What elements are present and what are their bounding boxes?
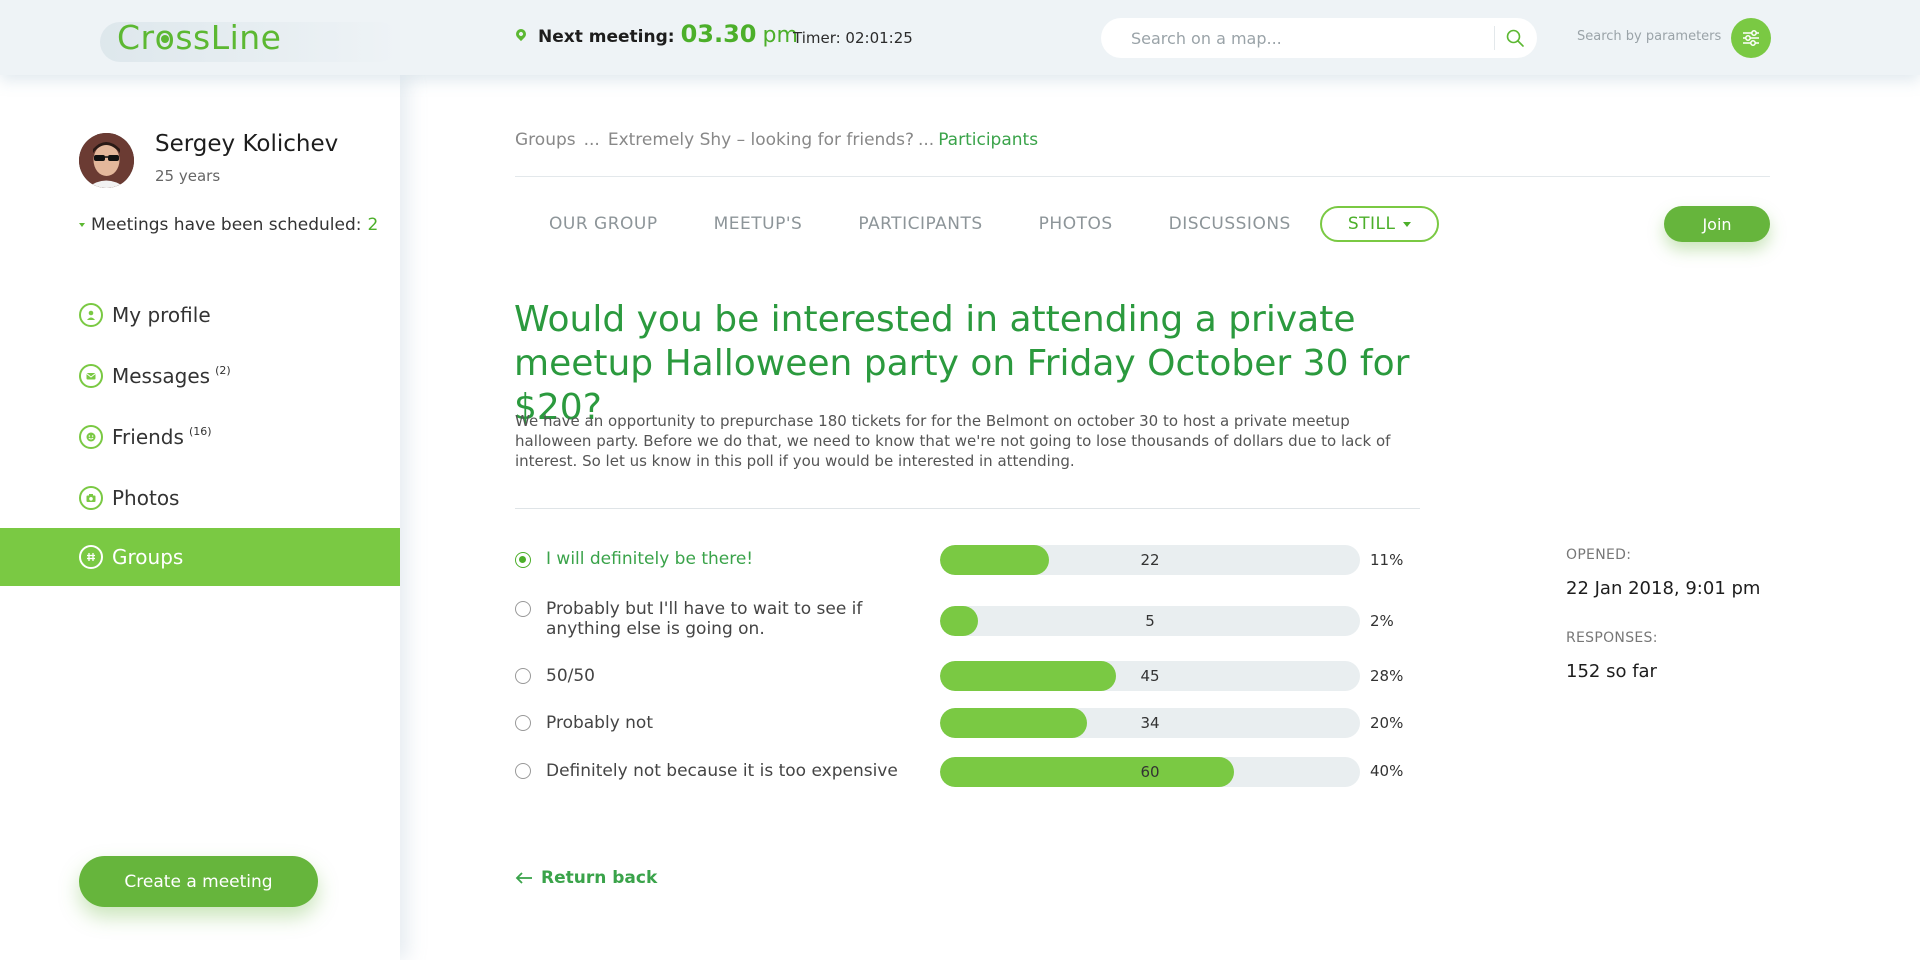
responses-value: 152 so far: [1566, 661, 1657, 682]
poll-option-radio[interactable]: [515, 552, 531, 568]
responses-label: RESPONSES:: [1566, 630, 1658, 646]
sidebar-item-label: Messages: [112, 364, 211, 388]
breadcrumb-ellipsis: ...: [917, 130, 935, 150]
create-meeting-button[interactable]: Create a meeting: [79, 856, 318, 907]
breadcrumb: Groups ... Extremely Shy – looking for f…: [515, 130, 1038, 150]
poll-option-percent: 20%: [1370, 714, 1404, 732]
tab-photos[interactable]: PHOTOS: [1039, 206, 1113, 242]
poll-option-count: 60: [1140, 763, 1160, 781]
search-divider: [1494, 26, 1495, 50]
sidebar-item-label: Groups: [112, 545, 184, 569]
arrow-left-icon: [515, 872, 532, 884]
map-search-input[interactable]: [1131, 28, 1491, 48]
group-tabs: OUR GROUP MEETUP'S PARTICIPANTS PHOTOS D…: [549, 206, 1440, 242]
poll-option-percent: 40%: [1370, 762, 1404, 780]
poll-description: We have an opportunity to prepurchase 18…: [515, 412, 1391, 470]
sidebar-item-label: My profile: [112, 303, 211, 327]
meeting-timer: Timer: 02:01:25: [793, 29, 913, 47]
tab-participants[interactable]: PARTICIPANTS: [858, 206, 982, 242]
poll-option-count: 22: [1140, 551, 1160, 569]
user-name[interactable]: Sergey Kolichev: [155, 131, 338, 157]
poll-option-label[interactable]: 50/50: [546, 666, 876, 686]
tab-meetups[interactable]: MEETUP'S: [714, 206, 803, 242]
join-button[interactable]: Join: [1664, 206, 1770, 242]
sidebar-item-friends[interactable]: Friends (16): [0, 408, 400, 466]
sidebar-item-groups[interactable]: Groups: [0, 528, 400, 586]
poll-option-percent: 11%: [1370, 551, 1404, 569]
poll-divider: [515, 508, 1420, 509]
tab-still-dropdown[interactable]: STILL: [1319, 206, 1440, 242]
poll-option-count: 5: [1145, 612, 1155, 630]
messages-badge: (2): [215, 363, 231, 377]
avatar[interactable]: [79, 133, 134, 188]
poll-option-radio[interactable]: [515, 715, 531, 731]
tab-our-group[interactable]: OUR GROUP: [549, 206, 658, 242]
breadcrumb-groups[interactable]: Groups: [515, 130, 576, 150]
sliders-icon: [1743, 30, 1759, 46]
poll-option-label[interactable]: Probably not: [546, 713, 876, 733]
poll-option-radio[interactable]: [515, 668, 531, 684]
sidebar: Sergey Kolichev 25 years Meetings have b…: [0, 75, 400, 960]
map-search-box: [1101, 18, 1537, 58]
tab-discussions[interactable]: DISCUSSIONS: [1169, 206, 1291, 242]
breadcrumb-current: Participants: [938, 130, 1039, 150]
groups-icon: [79, 545, 103, 569]
return-back-label: Return back: [541, 868, 658, 888]
poll-option-radio[interactable]: [515, 601, 531, 617]
sidebar-item-label: Friends: [112, 425, 184, 449]
poll-option-label[interactable]: I will definitely be there!: [546, 549, 876, 569]
user-icon: [79, 303, 103, 327]
search-parameters-button[interactable]: [1731, 18, 1771, 58]
camera-icon: [79, 486, 103, 510]
sidebar-item-messages[interactable]: Messages (2): [0, 347, 400, 405]
poll-option-bar: 45: [940, 661, 1360, 691]
friends-badge: (16): [188, 424, 212, 438]
sidebar-item-label: Photos: [112, 486, 180, 510]
caret-down-icon: [79, 223, 85, 227]
location-pin-icon: [513, 26, 529, 42]
opened-label: OPENED:: [1566, 547, 1632, 563]
search-by-parameters-label[interactable]: Search by parameters: [1577, 29, 1721, 44]
logo-pin-icon: [160, 35, 169, 43]
poll-option-label[interactable]: Probably but I'll have to wait to see if…: [546, 599, 876, 639]
search-button[interactable]: [1504, 28, 1526, 50]
meetings-count: 2: [367, 215, 379, 235]
tab-still-label: STILL: [1347, 214, 1396, 234]
poll-option-label[interactable]: Definitely not because it is too expensi…: [546, 761, 926, 781]
poll-option-bar: 22: [940, 545, 1360, 575]
breadcrumb-group-name[interactable]: Extremely Shy – looking for friends?: [608, 130, 914, 150]
logo-pin-letter: o: [155, 18, 176, 57]
poll-option-bar: 5: [940, 606, 1360, 636]
breadcrumb-ellipsis: ...: [583, 130, 600, 150]
next-meeting-time: 03.30: [680, 20, 757, 48]
logo-text-end: ssLine: [175, 18, 282, 57]
sidebar-item-photos[interactable]: Photos: [0, 469, 400, 527]
poll-option-radio[interactable]: [515, 763, 531, 779]
meetings-label: Meetings have been scheduled:: [91, 215, 362, 235]
search-icon: [1506, 29, 1524, 47]
avatar-image: [79, 133, 134, 188]
opened-value: 22 Jan 2018, 9:01 pm: [1566, 578, 1761, 599]
poll-option-percent: 28%: [1370, 667, 1404, 685]
poll-option-count: 45: [1140, 667, 1160, 685]
chevron-down-icon: [1403, 221, 1412, 227]
sidebar-item-my-profile[interactable]: My profile: [0, 286, 400, 344]
envelope-icon: [79, 364, 103, 388]
breadcrumb-divider: [515, 176, 1770, 177]
poll-option-bar: 34: [940, 708, 1360, 738]
meetings-scheduled[interactable]: Meetings have been scheduled: 2: [79, 215, 378, 235]
next-meeting-info[interactable]: Next meeting: 03.30 pm: [513, 20, 798, 48]
poll-option-percent: 2%: [1370, 612, 1394, 630]
user-age: 25 years: [155, 167, 221, 185]
logo-text-start: Cr: [117, 18, 155, 57]
app-logo[interactable]: CrossLine: [117, 18, 281, 57]
top-header: CrossLine Next meeting: 03.30 pm Timer: …: [0, 0, 1920, 75]
poll-option-count: 34: [1140, 714, 1160, 732]
return-back-link[interactable]: Return back: [515, 868, 657, 888]
next-meeting-label: Next meeting:: [538, 27, 675, 47]
smiley-icon: [79, 425, 103, 449]
poll-option-bar: 60: [940, 757, 1360, 787]
